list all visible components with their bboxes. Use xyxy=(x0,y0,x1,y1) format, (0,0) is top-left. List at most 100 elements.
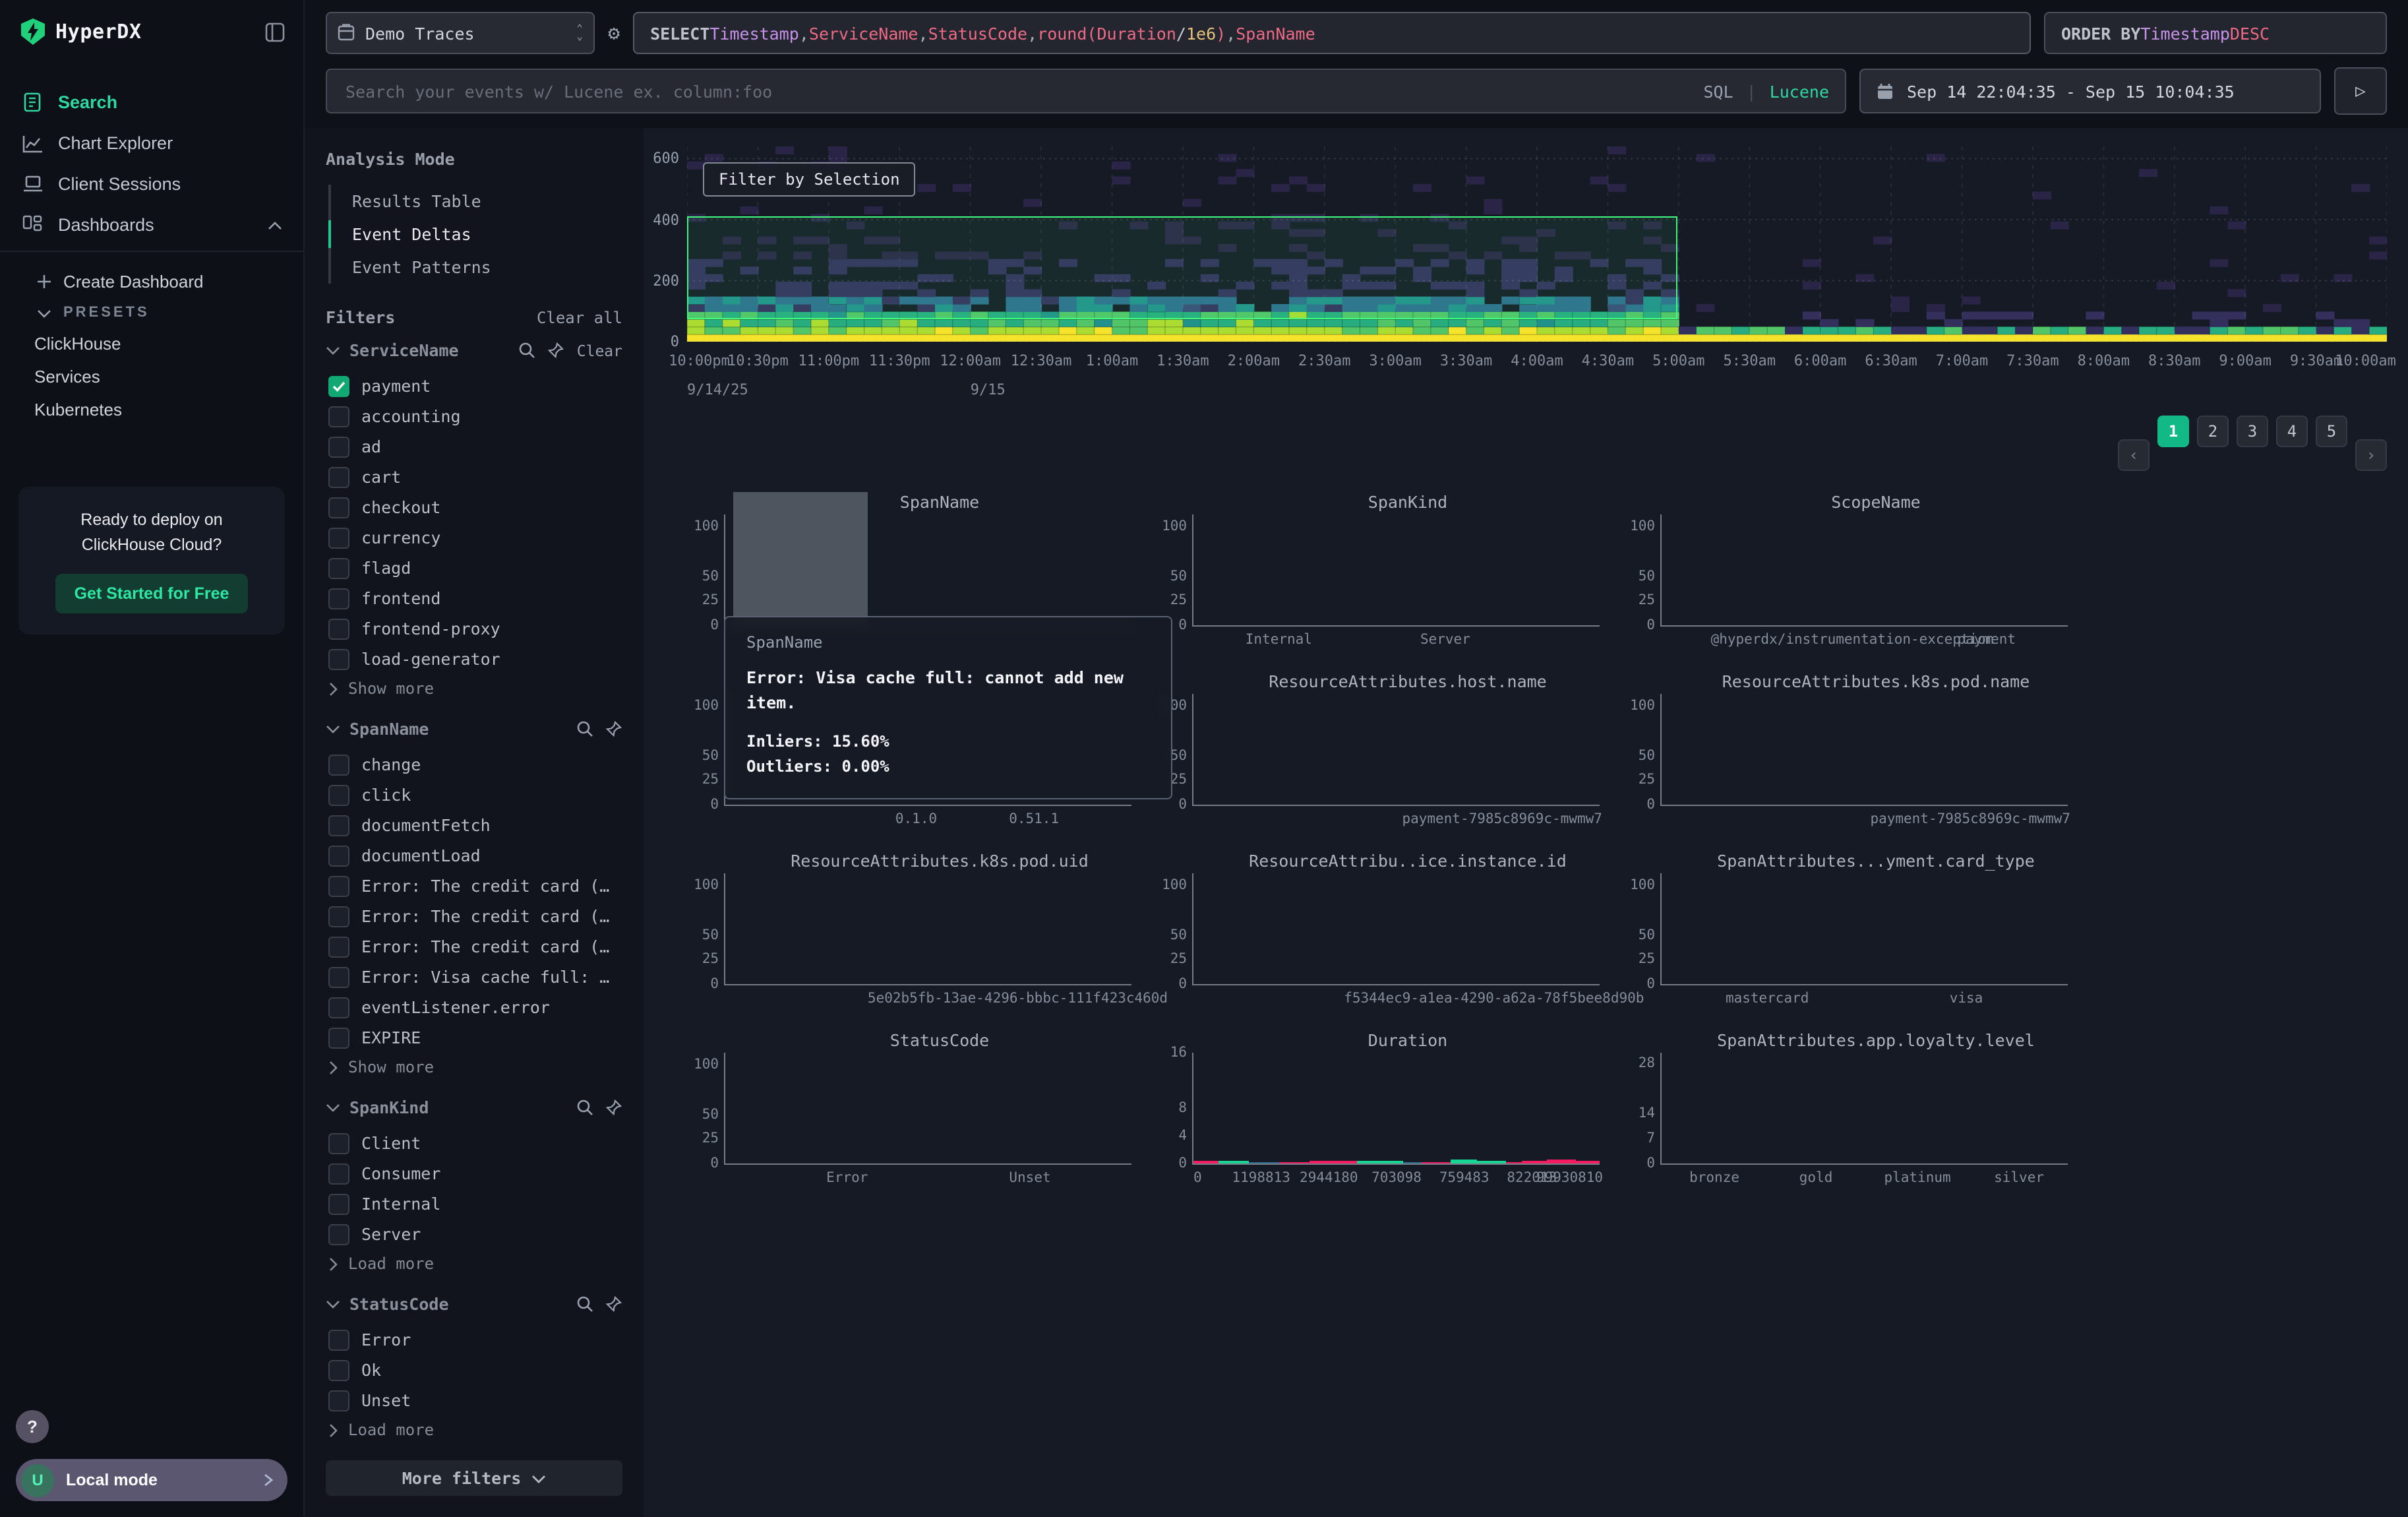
filter-option-error-the-credit-card-[interactable]: Error: The credit card (… xyxy=(326,871,622,901)
pin-icon[interactable] xyxy=(548,342,565,359)
checkbox[interactable] xyxy=(328,845,349,866)
search-icon[interactable] xyxy=(519,342,536,359)
sidebar-item-chart-explorer[interactable]: Chart Explorer xyxy=(0,123,303,164)
checkbox[interactable] xyxy=(328,1329,349,1350)
checkbox[interactable] xyxy=(328,1390,349,1411)
sidebar-sub-create-dashboard[interactable]: Create Dashboard xyxy=(0,265,303,298)
page-button-1[interactable]: 1 xyxy=(2157,416,2189,447)
sidebar-item-dashboards[interactable]: Dashboards xyxy=(0,204,303,245)
local-mode-menu[interactable]: U Local mode xyxy=(16,1459,287,1501)
checkbox[interactable] xyxy=(328,375,349,396)
filter-option-click[interactable]: click xyxy=(326,780,622,810)
checkbox[interactable] xyxy=(328,815,349,836)
show-more-button[interactable]: Show more xyxy=(326,674,622,698)
filter-option-flagd[interactable]: flagd xyxy=(326,553,622,583)
sidebar-item-client-sessions[interactable]: Client Sessions xyxy=(0,164,303,204)
data-source-select[interactable]: Demo Traces ⌃⌄ xyxy=(326,12,595,54)
pin-icon[interactable] xyxy=(605,1099,622,1116)
checkbox[interactable] xyxy=(328,466,349,487)
checkbox[interactable] xyxy=(328,1132,349,1154)
chart-plot-area[interactable]: 281470bronzegoldplatinumsilver xyxy=(1660,1053,2068,1165)
chart-plot-area[interactable]: 10050250payment-7985c8969c-mwmw7 xyxy=(1660,694,2068,806)
run-query-button[interactable]: ▷ xyxy=(2334,67,2387,115)
filter-option-ok[interactable]: Ok xyxy=(326,1355,622,1385)
checkbox[interactable] xyxy=(328,1359,349,1380)
checkbox[interactable] xyxy=(328,1027,349,1048)
event-density-heatmap[interactable]: Filter by Selection 6004002000 xyxy=(687,146,2387,342)
filter-option-error-the-credit-card-[interactable]: Error: The credit card (… xyxy=(326,901,622,931)
show-more-button[interactable]: Load more xyxy=(326,1249,622,1273)
chevron-down-icon[interactable] xyxy=(326,1103,340,1112)
filter-option-frontend-proxy[interactable]: frontend-proxy xyxy=(326,613,622,644)
page-button-3[interactable]: 3 xyxy=(2237,416,2268,447)
checkbox[interactable] xyxy=(328,966,349,987)
checkbox[interactable] xyxy=(328,1223,349,1245)
filter-option-consumer[interactable]: Consumer xyxy=(326,1158,622,1189)
chart-plot-area[interactable]: 1684001198813294418070309875948382201399… xyxy=(1192,1053,1600,1165)
sql-select-editor[interactable]: SELECT Timestamp, ServiceName, StatusCod… xyxy=(633,12,2031,54)
sidebar-sub-services[interactable]: Services xyxy=(0,360,303,393)
filter-option-server[interactable]: Server xyxy=(326,1219,622,1249)
checkbox[interactable] xyxy=(328,1163,349,1184)
get-started-button[interactable]: Get Started for Free xyxy=(56,573,248,613)
search-input[interactable] xyxy=(343,80,1690,102)
checkbox[interactable] xyxy=(328,875,349,896)
sidebar-item-search[interactable]: Search xyxy=(0,82,303,123)
search-icon[interactable] xyxy=(576,1295,593,1313)
filter-option-documentfetch[interactable]: documentFetch xyxy=(326,810,622,840)
checkbox[interactable] xyxy=(328,588,349,609)
analysis-mode-event-deltas[interactable]: Event Deltas xyxy=(331,218,622,251)
checkbox[interactable] xyxy=(328,618,349,639)
search-icon[interactable] xyxy=(576,1099,593,1116)
filter-by-selection-button[interactable]: Filter by Selection xyxy=(703,162,916,197)
chart-plot-area[interactable]: 10050250@hyperdx/instrumentation-excepti… xyxy=(1660,514,2068,627)
clear-all-button[interactable]: Clear all xyxy=(537,308,622,326)
sidebar-sub-clickhouse[interactable]: ClickHouse xyxy=(0,327,303,360)
filter-option-payment[interactable]: payment xyxy=(326,371,622,401)
checkbox[interactable] xyxy=(328,1193,349,1214)
chart-plot-area[interactable]: 10050250mastercardvisa xyxy=(1660,873,2068,985)
analysis-mode-event-patterns[interactable]: Event Patterns xyxy=(331,251,622,284)
checkbox[interactable] xyxy=(328,497,349,518)
checkbox[interactable] xyxy=(328,997,349,1018)
checkbox[interactable] xyxy=(328,527,349,548)
search-icon[interactable] xyxy=(576,720,593,737)
chart-plot-area[interactable]: 10050250ErrorUnset xyxy=(724,1053,1131,1165)
order-by-editor[interactable]: ORDER BY Timestamp DESC xyxy=(2044,12,2387,54)
checkbox[interactable] xyxy=(328,784,349,805)
page-button-2[interactable]: 2 xyxy=(2197,416,2229,447)
next-page-button[interactable]: › xyxy=(2355,439,2387,471)
show-more-button[interactable]: Load more xyxy=(326,1415,622,1439)
filter-option-unset[interactable]: Unset xyxy=(326,1385,622,1415)
show-more-button[interactable]: Show more xyxy=(326,1053,622,1076)
filter-option-documentload[interactable]: documentLoad xyxy=(326,840,622,871)
checkbox[interactable] xyxy=(328,406,349,427)
filter-option-eventlistener-error[interactable]: eventListener.error xyxy=(326,992,622,1022)
checkbox[interactable] xyxy=(328,648,349,669)
more-filters-button[interactable]: More filters xyxy=(326,1460,622,1496)
chevron-down-icon[interactable] xyxy=(326,346,340,355)
sidebar-sub-kubernetes[interactable]: Kubernetes xyxy=(0,393,303,426)
chart-plot-area[interactable]: 10050250 xyxy=(724,514,1131,627)
date-range-picker[interactable]: Sep 14 22:04:35 - Sep 15 10:04:35 xyxy=(1859,69,2321,113)
collapse-sidebar-icon[interactable] xyxy=(265,22,285,42)
prev-page-button[interactable]: ‹ xyxy=(2118,439,2150,471)
filter-option-checkout[interactable]: checkout xyxy=(326,492,622,522)
filter-option-internal[interactable]: Internal xyxy=(326,1189,622,1219)
heatmap-selection-region[interactable] xyxy=(687,216,1678,319)
filter-option-change[interactable]: change xyxy=(326,749,622,780)
help-button[interactable]: ? xyxy=(16,1410,49,1443)
pin-icon[interactable] xyxy=(605,1295,622,1313)
page-button-4[interactable]: 4 xyxy=(2276,416,2308,447)
checkbox[interactable] xyxy=(328,754,349,775)
page-button-5[interactable]: 5 xyxy=(2316,416,2347,447)
clear-filter-button[interactable]: Clear xyxy=(577,341,622,359)
lucene-mode-toggle[interactable]: Lucene xyxy=(1770,81,1829,101)
chevron-down-icon[interactable] xyxy=(326,1299,340,1309)
checkbox[interactable] xyxy=(328,557,349,578)
analysis-mode-results-table[interactable]: Results Table xyxy=(331,185,622,218)
filter-option-load-generator[interactable]: load-generator xyxy=(326,644,622,674)
gear-icon[interactable]: ⚙ xyxy=(608,21,620,45)
chart-plot-area[interactable]: 10050250f5344ec9-a1ea-4290-a62a-78f5bee8… xyxy=(1192,873,1600,985)
filter-option-ad[interactable]: ad xyxy=(326,431,622,462)
